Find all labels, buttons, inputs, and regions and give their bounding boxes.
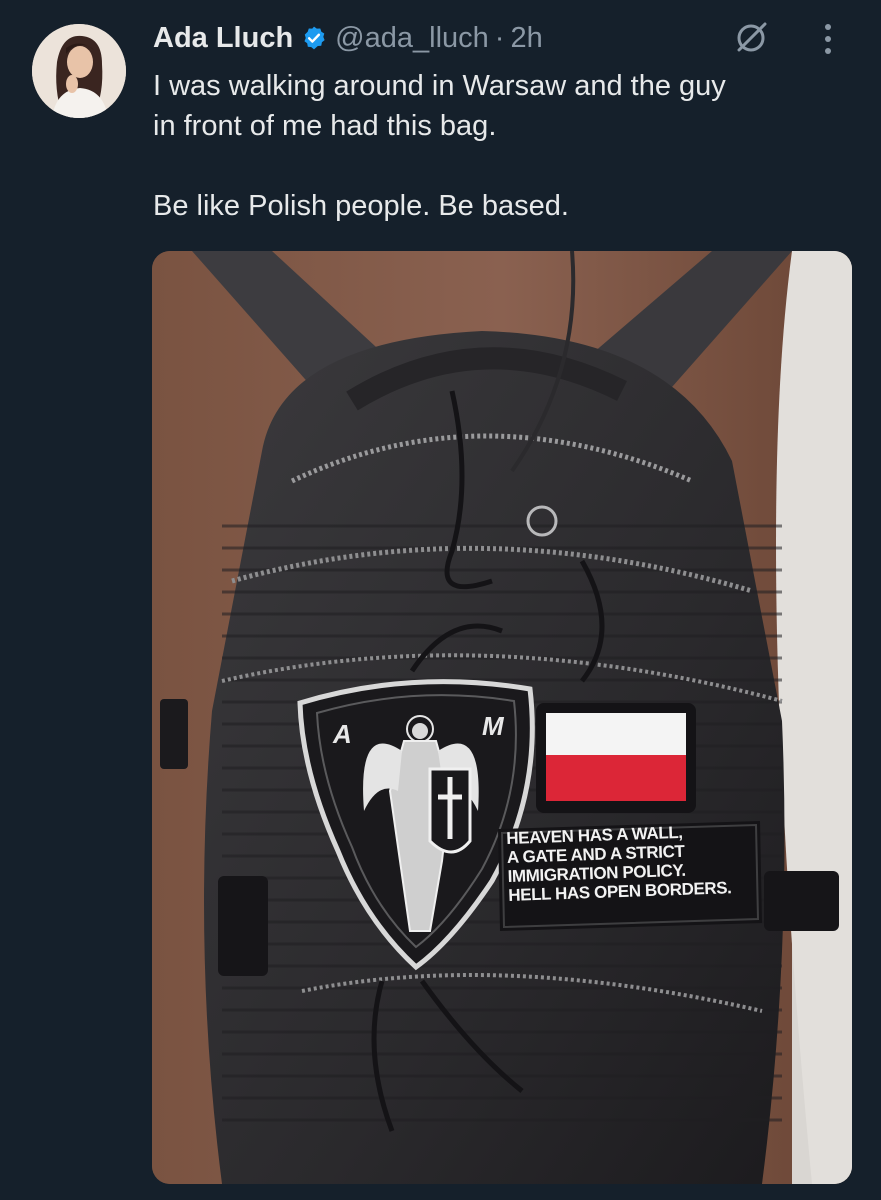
tweet-text-line: in front of me had this bag. [153,110,497,142]
avatar-image [32,24,126,118]
tweet-photo[interactable]: A M HEAVEN HAS A WALL, A GATE AND A STRI… [152,251,852,1184]
tweet-text: I was walking around in Warsaw and the g… [153,66,853,226]
author-avatar[interactable] [32,24,126,118]
tweet-text-line: I was walking around in Warsaw and the g… [153,70,726,102]
patch-letter-a: A [333,719,352,749]
grok-icon[interactable] [733,18,771,56]
flag-white-stripe [546,713,686,755]
author-display-name[interactable]: Ada Lluch [153,22,293,55]
patch-letter-m: M [482,711,504,741]
more-options-icon[interactable] [819,22,837,56]
tweet-header: Ada Lluch @ada_lluch · 2h [153,18,543,58]
header-separator: · [494,21,505,54]
slogan-patch-text: HEAVEN HAS A WALL, A GATE AND A STRICT I… [506,820,759,905]
tweet-timestamp[interactable]: 2h [510,22,542,55]
tweet-text-line: Be like Polish people. Be based. [153,190,569,222]
flag-red-stripe [546,755,686,801]
verified-badge-icon [304,26,325,50]
tweet[interactable]: Ada Lluch @ada_lluch · 2h I was walking … [0,0,881,1200]
author-handle[interactable]: @ada_lluch [335,22,489,55]
